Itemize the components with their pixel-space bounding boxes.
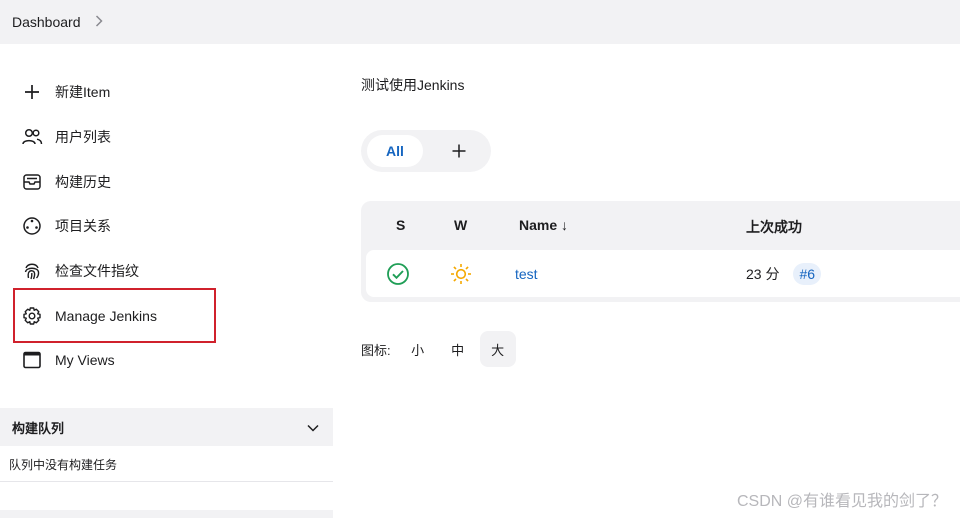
window-icon — [20, 348, 44, 372]
build-queue-header[interactable]: 构建队列 — [0, 408, 333, 446]
icon-size-medium[interactable]: 中 — [440, 331, 476, 367]
view-tabs: All — [361, 130, 491, 172]
sidebar-item-label: 新建Item — [55, 84, 111, 100]
breadcrumb-bar: Dashboard — [0, 0, 960, 44]
sidebar: 新建Item 用户列表 构建历史 项目关系 检查文件指纹 Manage Jenk… — [0, 44, 333, 518]
sidebar-item-my-views[interactable]: My Views — [20, 345, 115, 375]
column-header-last-success[interactable]: 上次成功 — [746, 217, 802, 237]
tab-all[interactable]: All — [367, 135, 423, 167]
sidebar-item-label: My Views — [55, 352, 115, 368]
page-description: 测试使用Jenkins — [361, 77, 465, 93]
plus-icon — [452, 144, 466, 158]
manage-jenkins-highlight — [13, 288, 216, 343]
plus-icon — [20, 80, 44, 104]
executor-panel-header — [0, 510, 333, 518]
sidebar-item-label: 用户列表 — [55, 129, 111, 145]
build-queue-title: 构建队列 — [12, 420, 65, 436]
build-queue-empty: 队列中没有构建任务 — [9, 458, 118, 472]
icon-size-selector: 图标: 小 中 大 — [361, 331, 516, 367]
table-row: test 23 分 #6 — [366, 250, 960, 297]
inbox-icon — [20, 170, 44, 194]
icon-size-label: 图标: — [361, 342, 391, 358]
chevron-down-icon[interactable] — [307, 420, 319, 435]
column-header-weather[interactable]: W — [454, 217, 467, 233]
sidebar-item-users[interactable]: 用户列表 — [20, 122, 111, 152]
sidebar-item-project-relations[interactable]: 项目关系 — [20, 211, 111, 241]
main-panel: 测试使用Jenkins All S W Name ↓ 上次成功 test 23 … — [333, 44, 960, 518]
relations-icon — [20, 214, 44, 238]
chevron-right-icon[interactable] — [95, 14, 103, 30]
add-view-button[interactable] — [443, 135, 475, 167]
divider — [0, 481, 333, 482]
users-icon — [20, 125, 44, 149]
last-success-time: 23 分 — [746, 265, 780, 282]
sidebar-item-new-item[interactable]: 新建Item — [20, 77, 110, 107]
success-icon — [386, 250, 410, 297]
sidebar-item-fingerprint[interactable]: 检查文件指纹 — [20, 256, 139, 286]
watermark: CSDN @有谁看见我的剑了？ — [736, 493, 947, 510]
jobs-table: S W Name ↓ 上次成功 test 23 分 #6 — [361, 201, 960, 302]
sidebar-item-label: 构建历史 — [55, 174, 111, 190]
sidebar-item-label: 检查文件指纹 — [55, 263, 139, 279]
column-header-status[interactable]: S — [396, 217, 405, 233]
column-header-name[interactable]: Name ↓ — [519, 217, 568, 233]
job-link[interactable]: test — [515, 266, 538, 282]
build-number-link[interactable]: #6 — [793, 262, 822, 285]
sidebar-item-label: 项目关系 — [55, 218, 111, 234]
icon-size-small[interactable]: 小 — [400, 331, 436, 367]
sunny-icon — [449, 250, 473, 297]
sidebar-item-build-history[interactable]: 构建历史 — [20, 167, 111, 197]
fingerprint-icon — [20, 259, 44, 283]
icon-size-large[interactable]: 大 — [479, 331, 516, 367]
breadcrumb-dashboard[interactable]: Dashboard — [12, 14, 81, 30]
